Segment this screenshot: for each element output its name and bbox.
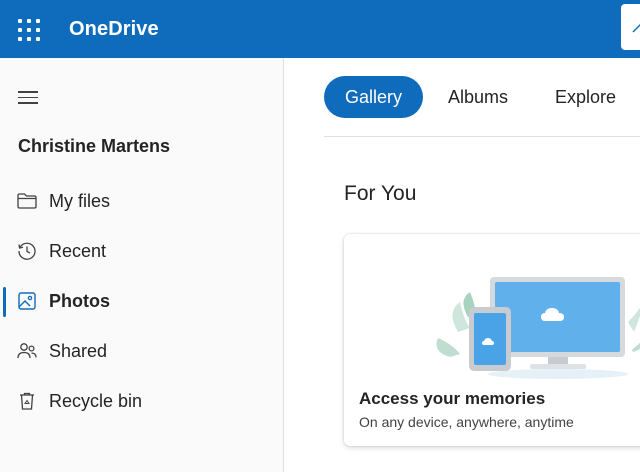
people-icon <box>17 343 37 359</box>
devices-illustration <box>436 277 640 379</box>
section-title: For You <box>344 182 417 205</box>
tab-albums[interactable]: Albums <box>448 76 508 118</box>
sidebar-item-my-files[interactable]: My files <box>0 179 283 223</box>
sidebar: Christine Martens My files Recent Photos <box>0 58 284 472</box>
sidebar-item-recent[interactable]: Recent <box>0 229 283 273</box>
clock-icon <box>18 242 36 260</box>
recycle-bin-icon <box>20 392 34 410</box>
folder-icon <box>17 193 37 209</box>
app-title[interactable]: OneDrive <box>69 18 159 41</box>
sidebar-item-label: Recycle bin <box>49 390 143 411</box>
upgrade-button[interactable] <box>621 4 640 50</box>
tabs-divider <box>324 136 640 137</box>
memories-card[interactable]: Access your memories On any device, anyw… <box>344 234 640 446</box>
tab-explore[interactable]: Explore <box>555 76 616 118</box>
sidebar-item-recycle-bin[interactable]: Recycle bin <box>0 379 283 423</box>
sidebar-item-label: Shared <box>49 340 108 361</box>
image-icon <box>18 292 36 310</box>
sidebar-item-photos[interactable]: Photos <box>0 279 283 323</box>
sidebar-item-label: Photos <box>49 290 110 311</box>
app-launcher-icon[interactable] <box>16 16 42 42</box>
sidebar-item-label: Recent <box>49 240 107 261</box>
top-bar: OneDrive <box>0 0 640 58</box>
hamburger-menu-icon[interactable] <box>18 91 38 105</box>
sidebar-item-label: My files <box>49 190 111 211</box>
user-name: Christine Martens <box>18 136 171 156</box>
main-content: Gallery Albums Explore For You Access yo… <box>284 58 640 472</box>
card-title: Access your memories <box>359 389 546 408</box>
card-subtitle: On any device, anywhere, anytime <box>359 414 574 430</box>
arrow-up-right-icon <box>632 23 640 33</box>
tab-gallery[interactable]: Gallery <box>324 76 424 118</box>
sidebar-item-shared[interactable]: Shared <box>0 329 283 373</box>
